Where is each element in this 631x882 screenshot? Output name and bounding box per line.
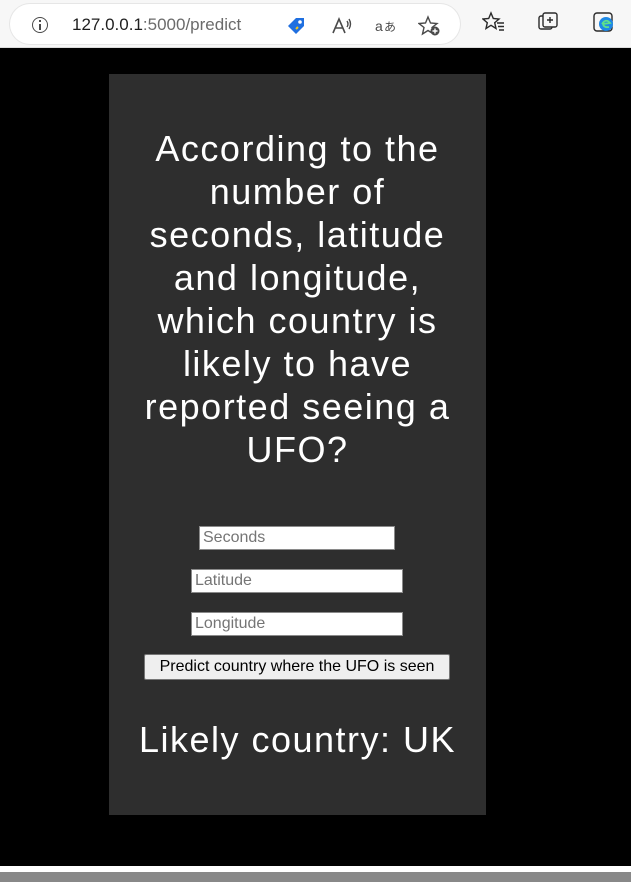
add-favorite-icon[interactable]: [418, 14, 442, 38]
url-host: 127.0.0.1: [72, 15, 143, 34]
url-text[interactable]: 127.0.0.1:5000/predict: [72, 15, 241, 35]
translate-icon[interactable]: a あ: [374, 14, 398, 38]
predict-button[interactable]: Predict country where the UFO is seen: [144, 654, 450, 680]
read-aloud-icon[interactable]: [330, 14, 354, 38]
longitude-input[interactable]: [191, 612, 403, 636]
browser-toolbar: 127.0.0.1:5000/predict a あ: [0, 0, 631, 48]
favorites-icon[interactable]: [482, 10, 506, 34]
coupon-tag-icon[interactable]: [284, 14, 308, 38]
collections-icon[interactable]: [537, 10, 561, 34]
svg-text:あ: あ: [384, 20, 396, 34]
seconds-input[interactable]: [199, 526, 395, 550]
address-bar[interactable]: 127.0.0.1:5000/predict a あ: [10, 4, 460, 44]
site-info-icon[interactable]: [32, 17, 48, 33]
latitude-input[interactable]: [191, 569, 403, 593]
prediction-result: Likely country: UK: [138, 719, 457, 760]
edge-browser-icon[interactable]: [592, 10, 616, 34]
prediction-card: According to the number of seconds, lati…: [109, 74, 486, 815]
horizontal-scrollbar[interactable]: [0, 872, 631, 882]
url-path: :5000/predict: [142, 15, 242, 34]
svg-text:a: a: [375, 18, 383, 34]
page-title: According to the number of seconds, lati…: [144, 128, 451, 470]
